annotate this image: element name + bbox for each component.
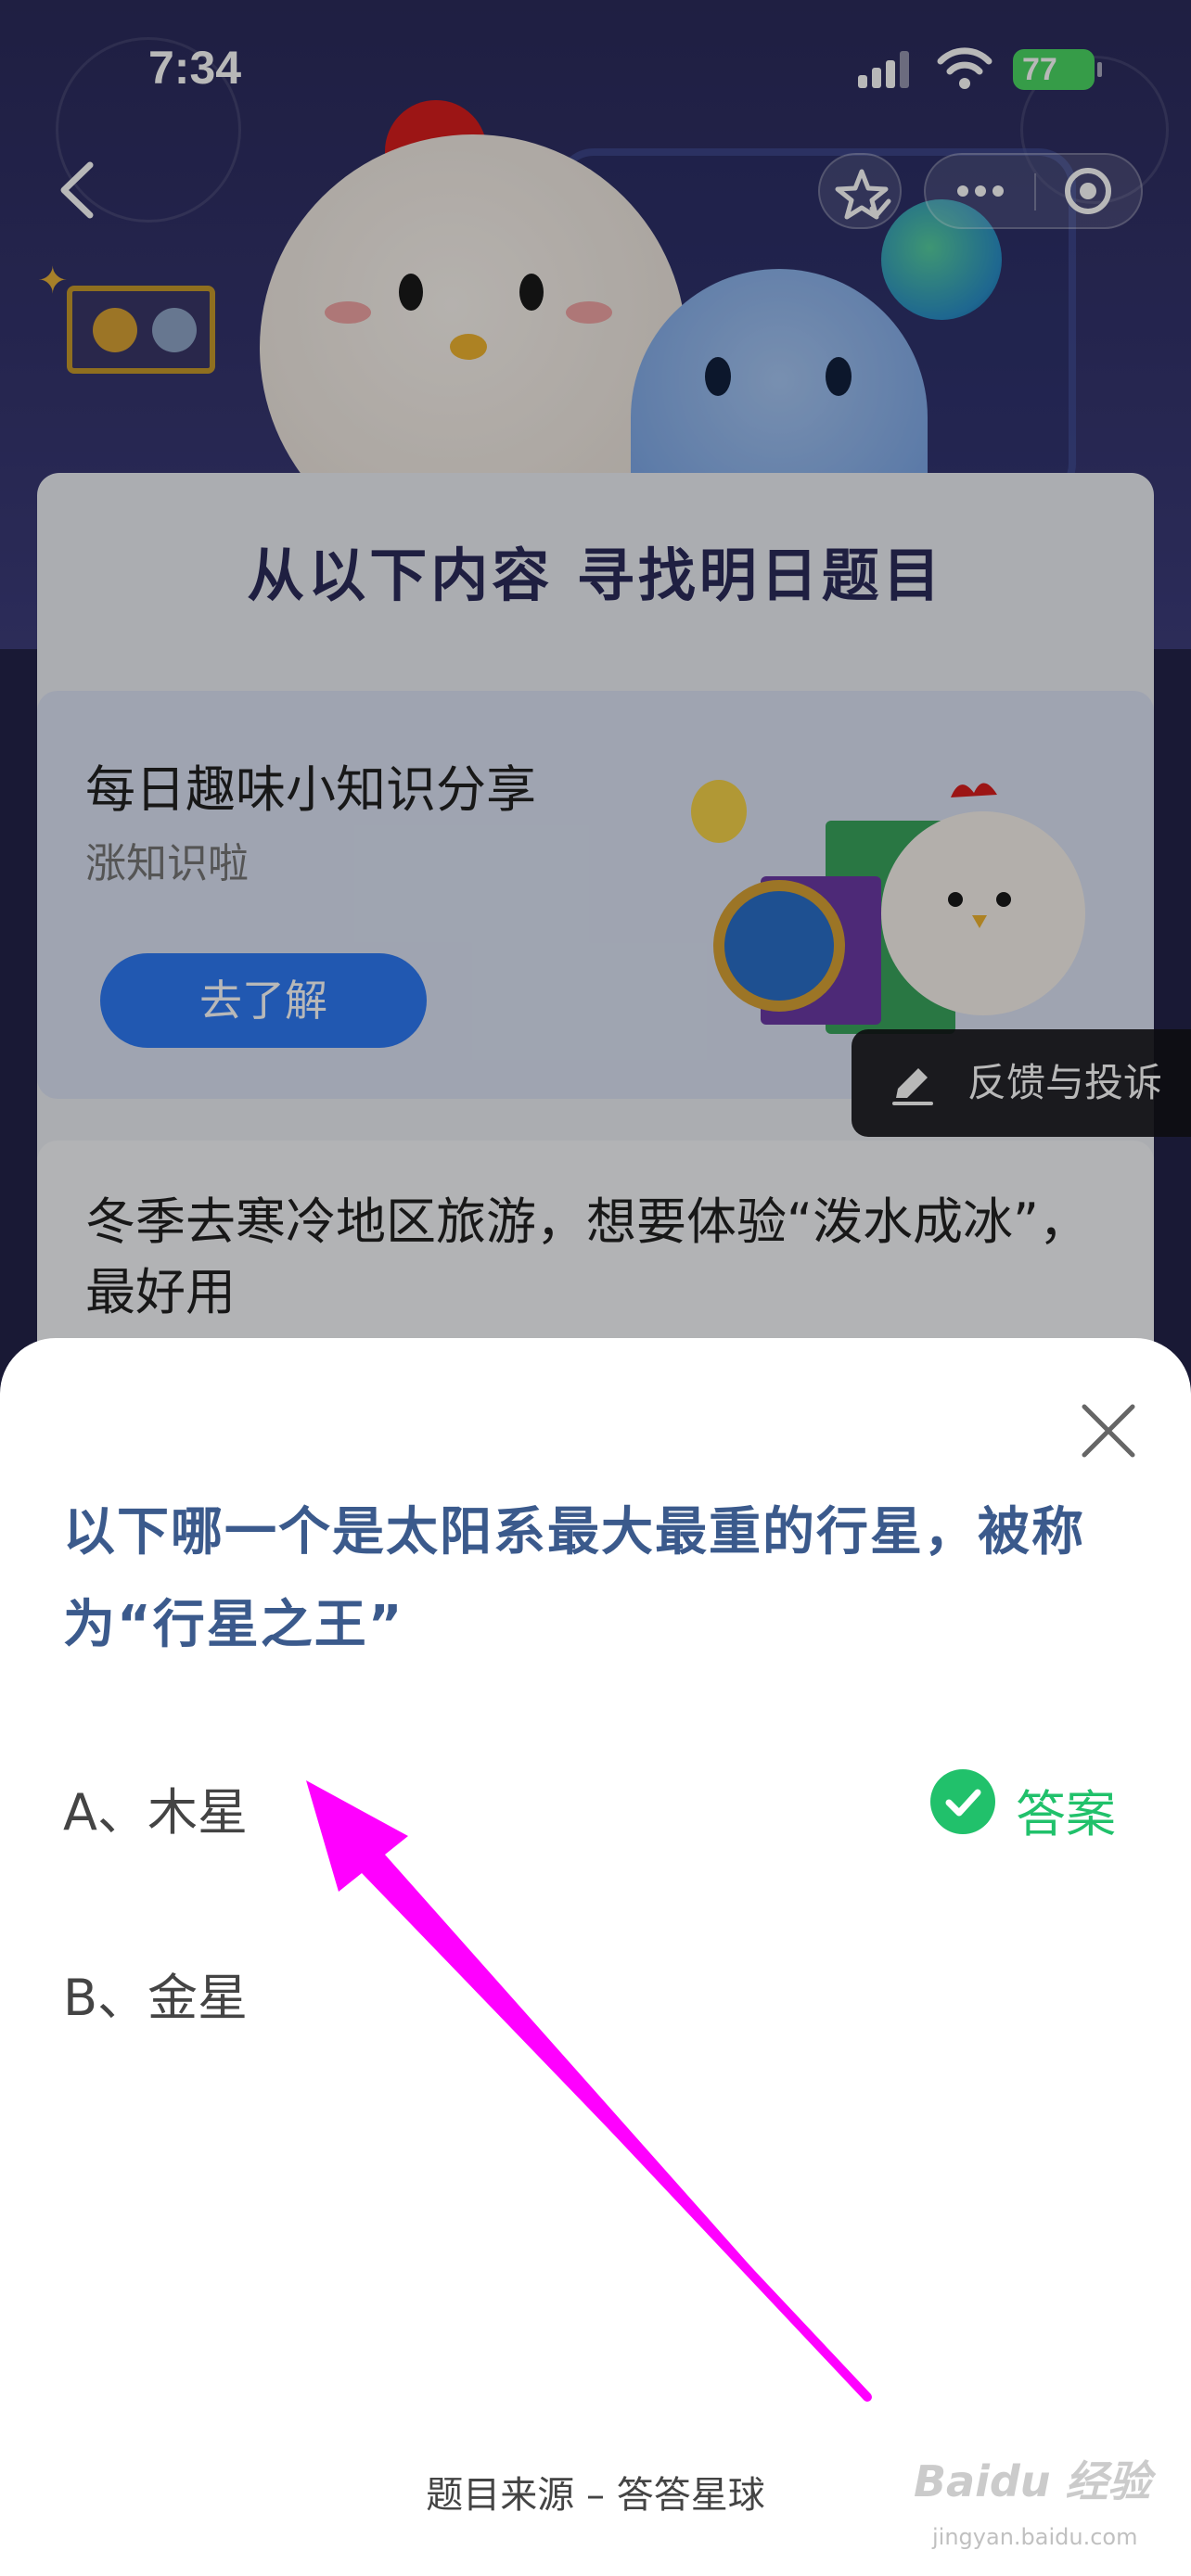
medal-icon bbox=[93, 308, 137, 352]
baidu-watermark-url: jingyan.baidu.com bbox=[932, 2524, 1138, 2550]
option-b[interactable]: B、金星 bbox=[63, 1945, 1130, 2029]
alien-eye bbox=[705, 357, 731, 396]
quiz-question: 以下哪一个是太阳系最大最重的行星，被称为“行星之王” bbox=[63, 1502, 1085, 1655]
learn-more-button[interactable]: 去了解 bbox=[100, 953, 427, 1048]
baidu-watermark: Baidu 经验 bbox=[914, 2456, 1151, 2506]
answer-sheet: 以下哪一个是太阳系最大最重的行星，被称为“行星之王” A、木星 答案 B、金星 … bbox=[0, 1338, 1191, 2576]
cellular-signal-icon bbox=[858, 51, 914, 88]
status-bar: 7:34 77 bbox=[0, 0, 1191, 139]
pen-icon bbox=[892, 1068, 933, 1105]
medal-board bbox=[67, 286, 215, 374]
battery-indicator: 77 bbox=[1013, 49, 1102, 90]
option-a[interactable]: A、木星 答案 bbox=[63, 1760, 1130, 1843]
knowledge-card-title: 每日趣味小知识分享 bbox=[85, 760, 536, 819]
chick-cheek bbox=[566, 301, 612, 324]
medal-icon bbox=[152, 308, 197, 352]
battery-level: 77 bbox=[1022, 52, 1057, 87]
feedback-label: 反馈与投诉 bbox=[967, 1060, 1163, 1105]
star-icon bbox=[835, 169, 891, 220]
alien-eye bbox=[826, 357, 852, 396]
more-options-button[interactable] bbox=[926, 155, 1035, 227]
chick-cheek bbox=[325, 301, 371, 324]
knowledge-card-subtitle: 涨知识啦 bbox=[85, 840, 249, 887]
back-button[interactable] bbox=[51, 158, 107, 223]
favorite-button[interactable] bbox=[818, 153, 902, 229]
section-heading: 从以下内容 寻找明日题目 bbox=[247, 542, 944, 609]
wifi-icon bbox=[937, 47, 992, 89]
answer-badge: 答案 bbox=[930, 1764, 1130, 1843]
chick-eye bbox=[399, 274, 423, 311]
feedback-button[interactable]: 反馈与投诉 bbox=[852, 1029, 1191, 1137]
close-mini-program-button[interactable] bbox=[1036, 155, 1143, 227]
status-time: 7:34 bbox=[148, 42, 242, 94]
mini-program-capsule bbox=[924, 153, 1143, 229]
close-icon[interactable] bbox=[1071, 1394, 1146, 1468]
answer-label: 答案 bbox=[1016, 1785, 1116, 1843]
option-label: A、木星 bbox=[63, 1783, 248, 1842]
chick-eye bbox=[519, 274, 544, 311]
option-label: B、金星 bbox=[63, 1969, 249, 2027]
check-circle-icon bbox=[930, 1769, 995, 1834]
sparkle-icon: ✦ bbox=[37, 260, 69, 302]
next-question-text: 冬季去寒冷地区旅游，想要体验“泼水成冰”，最好用 bbox=[85, 1192, 1089, 1321]
chick-beak bbox=[450, 334, 487, 360]
